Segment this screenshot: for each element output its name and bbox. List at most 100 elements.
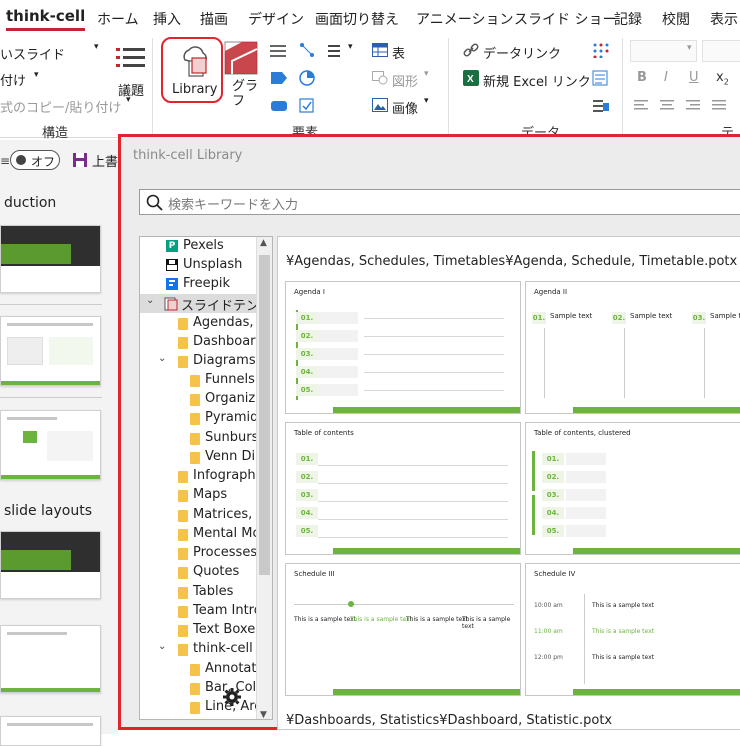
shape-button[interactable]: 図形 (392, 71, 418, 90)
template-card[interactable]: Table of contents 01. 02. 03. 04. 05. (285, 422, 521, 555)
sheet-icon[interactable] (592, 70, 610, 86)
slide-thumbnail[interactable] (0, 716, 101, 746)
tag-shape-icon[interactable] (270, 71, 288, 85)
tree-item-infographics[interactable]: Infographi (140, 467, 259, 486)
tree-item-venn[interactable]: Venn Dia (140, 448, 263, 467)
template-path: ¥Agendas, Schedules, Timetables¥Agenda, … (286, 254, 738, 269)
tab-slideshow[interactable]: スライド ショー (514, 9, 616, 29)
tree-item-sunburst[interactable]: Sunburst (140, 429, 263, 448)
grid-dots-icon[interactable] (592, 42, 610, 58)
template-card[interactable]: Table of contents, clustered 01. 02. 03.… (525, 422, 740, 555)
new-excel-link-button[interactable]: 新規 Excel リンク (483, 71, 591, 90)
template-card[interactable]: Agenda I 01. 02. 03. 04. 05. (285, 281, 521, 414)
slide-thumbnail[interactable] (0, 316, 101, 386)
tree-item-tables[interactable]: Tables (140, 583, 258, 602)
section-title-introduction[interactable]: duction (4, 195, 56, 211)
autosave-toggle[interactable]: オフ (10, 150, 60, 170)
tree-item-processes[interactable]: Processes, (140, 544, 261, 563)
tab-draw[interactable]: 描画 (200, 9, 228, 29)
unsplash-icon (166, 259, 178, 271)
connector-icon[interactable] (299, 42, 315, 58)
row-box (318, 366, 358, 378)
bold-icon[interactable]: B (637, 70, 647, 85)
tab-animations[interactable]: アニメーション (416, 9, 513, 29)
slide-text-block (49, 337, 93, 365)
tab-design[interactable]: デザイン (248, 9, 304, 29)
tree-item-mental-models[interactable]: Mental Mo (140, 525, 260, 544)
agenda-button[interactable]: 議題 (118, 80, 144, 99)
library-button[interactable]: Library (161, 37, 223, 103)
pie-icon[interactable] (299, 70, 315, 86)
folder-icon (178, 529, 188, 541)
template-card[interactable]: Schedule IV 10:00 am 11:00 am 12:00 pm T… (525, 563, 740, 696)
tab-think-cell[interactable]: think-cell (6, 7, 86, 31)
tree-item-funnels[interactable]: Funnels (140, 371, 258, 390)
template-title: Agenda I (294, 288, 325, 296)
underline-icon[interactable]: U (689, 70, 699, 85)
tab-home[interactable]: ホーム (97, 9, 139, 29)
slide-thumbnail[interactable] (0, 531, 101, 599)
image-button[interactable]: 画像 (392, 98, 418, 117)
tree-item-think-cell-charts[interactable]: ⌄ think-cell C (140, 640, 266, 659)
font-size-select[interactable] (702, 40, 740, 62)
checkbox-icon[interactable] (299, 98, 314, 113)
tree-item-freepik[interactable]: Freepik (140, 275, 258, 294)
save-icon[interactable] (72, 152, 88, 168)
row-line (318, 483, 508, 484)
library-tree[interactable]: P Pexels Unsplash Freepik ⌄ スライドテンプレ Age… (139, 236, 273, 720)
rounded-rect-icon[interactable] (270, 100, 288, 112)
data-link-button[interactable]: データリンク (483, 43, 561, 62)
tree-item-maps[interactable]: Maps (140, 486, 258, 505)
tree-item-pyramids[interactable]: Pyramids (140, 409, 265, 428)
tree-scrollbar[interactable]: ▲ ▼ (256, 237, 272, 719)
tree-item-organizations[interactable]: Organiz (140, 390, 258, 409)
tree-item-pexels[interactable]: P Pexels (140, 237, 258, 256)
alignment-icons[interactable] (634, 100, 740, 112)
scrollbar-thumb[interactable] (259, 255, 270, 575)
search-placeholder: 検索キーワードを入力 (168, 198, 299, 213)
tab-record[interactable]: 記録 (614, 9, 642, 29)
slide-thumbnail[interactable] (0, 410, 101, 480)
tab-transitions[interactable]: 画面切り替え (315, 9, 399, 29)
row-number: 05. (542, 525, 564, 537)
scroll-down-icon[interactable]: ▼ (260, 710, 267, 719)
section-title-slide-layouts[interactable]: slide layouts (4, 503, 92, 519)
tree-item-team-intro[interactable]: Team Intro (140, 602, 262, 621)
tree-item-unsplash[interactable]: Unsplash (140, 256, 258, 275)
copy-paste-format-button[interactable]: 式のコピー/貼り付け (0, 97, 121, 116)
new-slide-button[interactable]: いスライド (0, 44, 65, 63)
tab-review[interactable]: 校閲 (662, 9, 690, 29)
tree-item-agendas[interactable]: Agendas, S (140, 314, 266, 333)
list-icon[interactable] (328, 44, 344, 58)
italic-icon[interactable]: I (664, 70, 668, 85)
divider (0, 397, 102, 398)
layout-button[interactable]: 付け (0, 70, 26, 89)
tree-item-text-boxes[interactable]: Text Boxes (140, 621, 262, 640)
library-label: Library (172, 82, 218, 97)
scroll-up-icon[interactable]: ▲ (260, 238, 267, 248)
tree-item-diagrams[interactable]: ⌄ Diagrams (140, 352, 258, 371)
tab-view[interactable]: 表示 (710, 9, 738, 29)
tree-item-dashboards[interactable]: Dashboard (140, 333, 264, 352)
row-line (318, 501, 508, 502)
text-lines-icon[interactable] (270, 44, 286, 58)
table-button[interactable]: 表 (392, 43, 405, 62)
slide-thumbnail[interactable] (0, 225, 101, 293)
graph-button[interactable]: グラ フ (232, 79, 258, 109)
sort-icon[interactable] (592, 98, 610, 114)
tree-item-slide-templates[interactable]: ⌄ スライドテンプレ (140, 294, 272, 314)
tree-item-matrices[interactable]: Matrices, S (140, 506, 265, 525)
subscript-icon[interactable]: x2 (716, 70, 729, 87)
search-input[interactable]: 検索キーワードを入力 (139, 189, 740, 215)
template-card[interactable]: Agenda II 01. Sample text 02. Sample tex… (525, 281, 740, 414)
slide-thumbnail[interactable] (0, 625, 101, 693)
template-card[interactable]: Schedule III This is a sample text This … (285, 563, 521, 696)
template-path: ¥Dashboards, Statistics¥Dashboard, Stati… (286, 713, 613, 728)
row-line (364, 336, 504, 337)
row-number: 02. (542, 471, 564, 483)
tree-item-quotes[interactable]: Quotes (140, 563, 258, 582)
tree-item-annotations[interactable]: Annotati (140, 660, 260, 679)
settings-gear-icon[interactable] (222, 687, 242, 707)
row-number: 02. (296, 471, 318, 483)
tab-insert[interactable]: 挿入 (153, 9, 181, 29)
